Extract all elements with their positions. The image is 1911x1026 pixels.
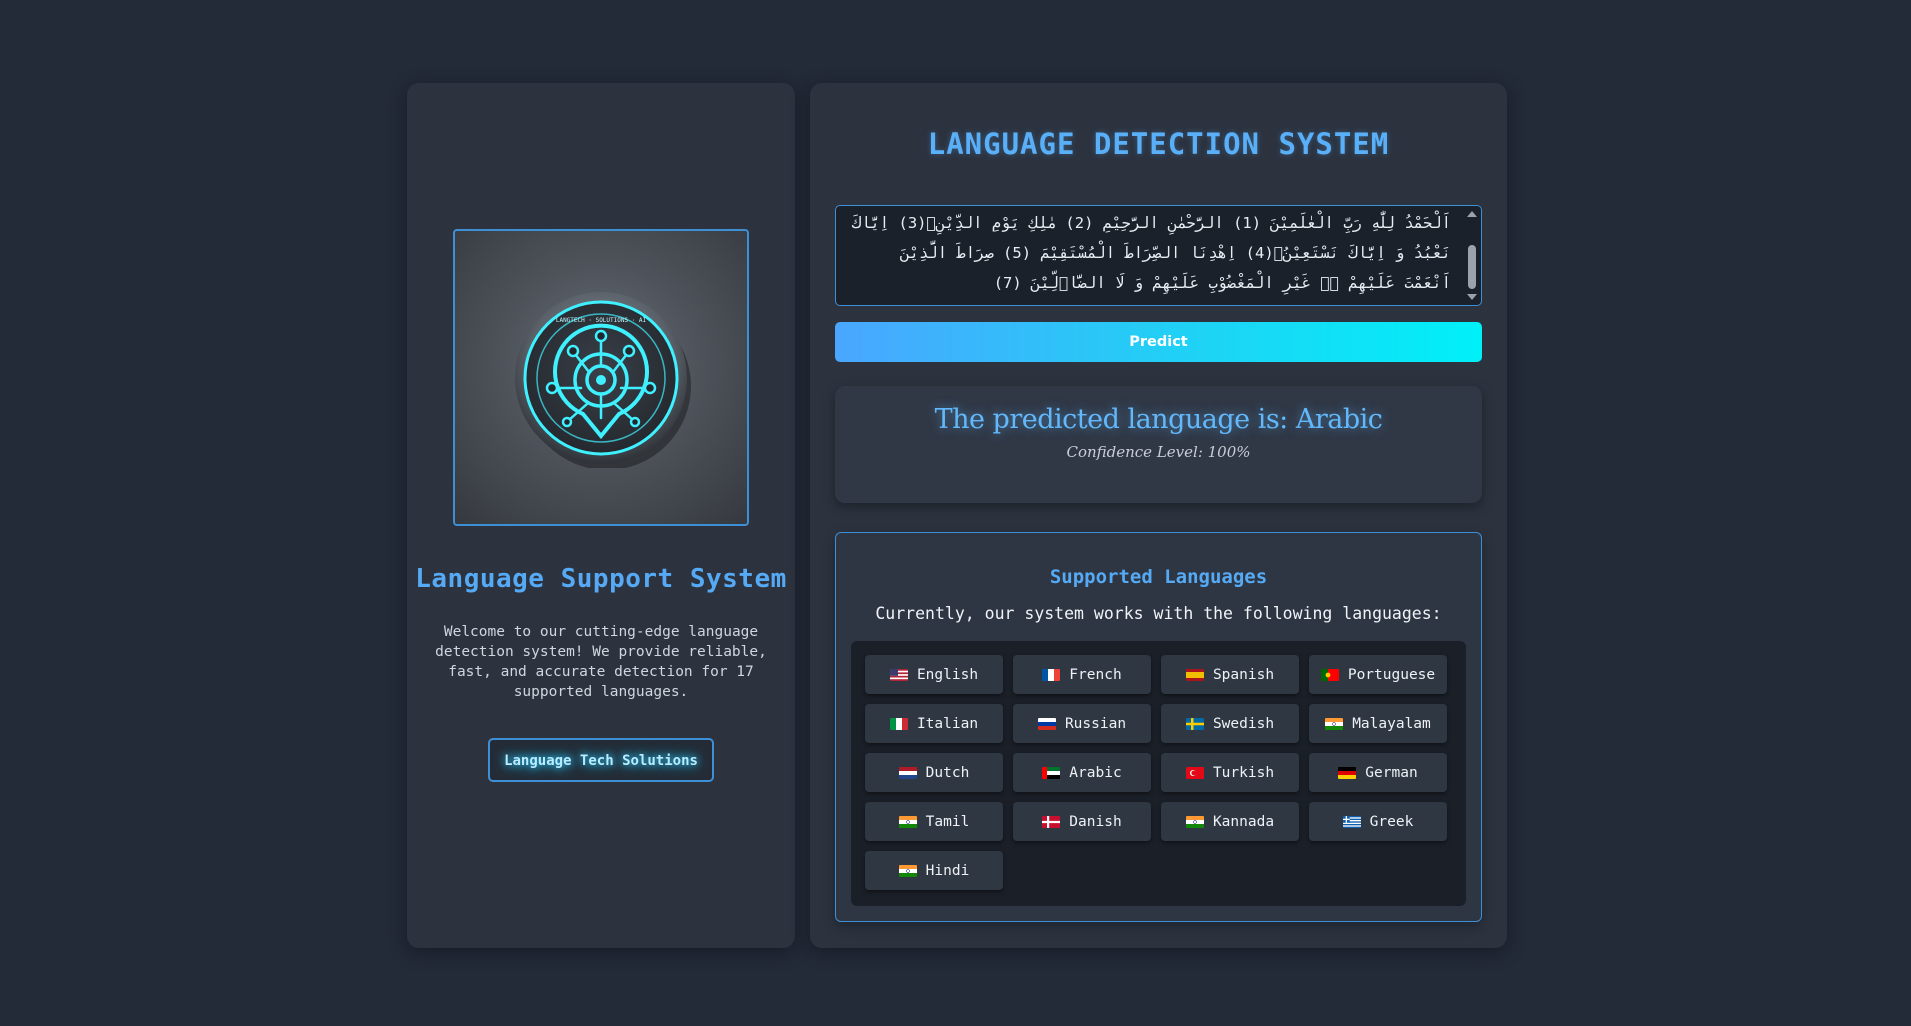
language-chip-arabic[interactable]: Arabic: [1013, 753, 1151, 792]
language-chip-label: Greek: [1369, 813, 1414, 830]
language-chip-label: English: [916, 666, 979, 683]
flag-in-icon: [898, 815, 917, 828]
predicted-language-text: The predicted language is: Arabic: [934, 404, 1383, 435]
language-chip-danish[interactable]: Danish: [1013, 802, 1151, 841]
supported-languages-title: Supported Languages: [1049, 566, 1268, 588]
logo-ring-text: LANGTECH · SOLUTIONS · AI: [556, 317, 647, 324]
flag-se-icon: [1185, 717, 1204, 730]
language-chip-label: Portuguese: [1347, 666, 1436, 683]
language-chip-label: German: [1365, 764, 1418, 781]
language-chip-italian[interactable]: Italian: [865, 704, 1003, 743]
scroll-down-arrow-icon[interactable]: [1467, 294, 1477, 300]
language-chip-label: Italian: [916, 715, 979, 732]
language-chip-malayalam[interactable]: Malayalam: [1309, 704, 1447, 743]
right-panel: LANGUAGE DETECTION SYSTEM اَلْحَمْدُ لِل…: [810, 83, 1507, 948]
language-chip-label: Malayalam: [1352, 715, 1431, 732]
left-panel-description: Welcome to our cutting-edge language det…: [435, 624, 767, 700]
language-chip-german[interactable]: German: [1309, 753, 1447, 792]
flag-in-icon: [1185, 815, 1204, 828]
language-chip-greek[interactable]: Greek: [1309, 802, 1447, 841]
confidence-level-text: Confidence Level: 100%: [1066, 443, 1251, 461]
language-chip-russian[interactable]: Russian: [1013, 704, 1151, 743]
predict-button[interactable]: Predict: [835, 322, 1482, 362]
language-chip-label: Swedish: [1212, 715, 1275, 732]
flag-fr-icon: [1042, 668, 1061, 681]
language-chip-dutch[interactable]: Dutch: [865, 753, 1003, 792]
language-chip-label: Hindi: [925, 862, 970, 879]
language-chip-spanish[interactable]: Spanish: [1161, 655, 1299, 694]
language-chip-tamil[interactable]: Tamil: [865, 802, 1003, 841]
left-panel-title: Language Support System: [415, 564, 787, 594]
page-title: LANGUAGE DETECTION SYSTEM: [927, 127, 1390, 161]
flag-pt-icon: [1320, 668, 1339, 681]
language-chip-hindi[interactable]: Hindi: [865, 851, 1003, 890]
page: LANGTECH · SOLUTIONS · AI Language Suppo…: [0, 0, 1911, 1026]
flag-us-icon: [889, 668, 908, 681]
logo-frame: LANGTECH · SOLUTIONS · AI: [453, 229, 749, 526]
scroll-up-arrow-icon[interactable]: [1467, 211, 1477, 217]
language-chip-label: Spanish: [1212, 666, 1275, 683]
left-panel: LANGTECH · SOLUTIONS · AI Language Suppo…: [407, 83, 795, 948]
language-chip-kannada[interactable]: Kannada: [1161, 802, 1299, 841]
language-chip-swedish[interactable]: Swedish: [1161, 704, 1299, 743]
language-chip-label: Kannada: [1212, 813, 1275, 830]
supported-languages-subtitle: Currently, our system works with the fol…: [875, 604, 1442, 623]
language-grid: English French Spanish Portuguese Italian Rus…: [851, 641, 1466, 906]
flag-ru-icon: [1037, 717, 1056, 730]
circuit-speech-bubble-icon: LANGTECH · SOLUTIONS · AI: [515, 291, 691, 468]
flag-ae-icon: [1042, 766, 1061, 779]
language-chip-label: Danish: [1069, 813, 1122, 830]
language-chip-turkish[interactable]: Turkish: [1161, 753, 1299, 792]
company-button[interactable]: Language Tech Solutions: [488, 738, 714, 782]
text-input-scrollbar[interactable]: [1465, 207, 1479, 304]
flag-dk-icon: [1042, 815, 1061, 828]
result-card: The predicted language is: Arabic Confid…: [835, 386, 1482, 503]
supported-languages-card: Supported Languages Currently, our syste…: [835, 532, 1482, 922]
language-chip-english[interactable]: English: [865, 655, 1003, 694]
language-chip-label: Arabic: [1069, 764, 1122, 781]
language-chip-label: Dutch: [925, 764, 970, 781]
language-chip-label: French: [1069, 666, 1122, 683]
language-chip-label: Turkish: [1212, 764, 1275, 781]
flag-de-icon: [1338, 766, 1357, 779]
language-chip-label: Russian: [1064, 715, 1127, 732]
language-chip-french[interactable]: French: [1013, 655, 1151, 694]
language-chip-portuguese[interactable]: Portuguese: [1309, 655, 1447, 694]
scroll-thumb[interactable]: [1468, 245, 1476, 289]
flag-tr-icon: [1185, 766, 1204, 779]
flag-it-icon: [889, 717, 908, 730]
text-input[interactable]: اَلْحَمْدُ لِلّٰهِ رَبِّ الْعٰلَمِيْنَ (…: [835, 205, 1482, 306]
flag-nl-icon: [898, 766, 917, 779]
flag-gr-icon: [1342, 815, 1361, 828]
flag-in-icon: [1325, 717, 1344, 730]
language-chip-label: Tamil: [925, 813, 970, 830]
flag-es-icon: [1185, 668, 1204, 681]
flag-in-icon: [898, 864, 917, 877]
